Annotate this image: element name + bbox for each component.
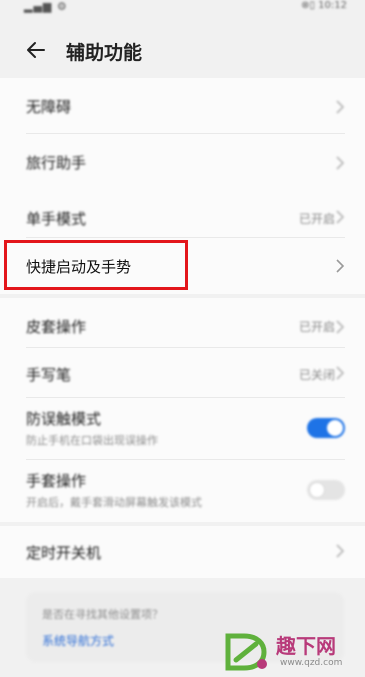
watermark-brand: 趣下网 <box>276 634 336 658</box>
row-scheduled-power[interactable]: 定时开关机 <box>0 526 365 578</box>
row-label: 单手模式 <box>26 210 87 228</box>
chevron-right-icon <box>336 544 345 558</box>
watermark-logo-icon <box>225 633 267 671</box>
chevron-right-icon <box>336 366 345 380</box>
status-bar: ▂▄▆ ⚙ ⊗▯ 10:12 <box>0 0 365 20</box>
row-cover-operation[interactable]: 皮套操作 已开启 <box>0 298 365 348</box>
row-label: 定时开关机 <box>26 544 102 562</box>
row-one-hand-mode[interactable]: 单手模式 已开启 <box>0 190 365 238</box>
watermark: 趣下网 www.qzd.com <box>222 628 362 676</box>
row-label: 手套操作 <box>26 472 87 490</box>
row-accessibility[interactable]: 无障碍 <box>0 78 365 134</box>
back-arrow-icon[interactable] <box>24 38 48 62</box>
row-label: 皮套操作 <box>26 318 87 336</box>
chevron-right-icon <box>336 259 345 273</box>
page-title: 辅助功能 <box>66 42 143 64</box>
highlight-box <box>4 240 188 290</box>
row-subtitle: 防止手机在口袋出现误操作 <box>26 434 158 447</box>
suggestion-question: 是否在寻找其他设置项？ <box>42 608 163 621</box>
row-label: 防误触模式 <box>26 410 102 428</box>
row-value: 已关闭 <box>298 368 335 382</box>
row-pocket-mode: 防误触模式 防止手机在口袋出现误操作 <box>0 398 365 460</box>
pocket-mode-toggle[interactable] <box>307 418 345 438</box>
signal-icon: ▂▄▆ ⚙ <box>24 0 68 13</box>
row-value: 已开启 <box>298 320 335 334</box>
settings-card-4: 定时开关机 <box>0 526 365 578</box>
chevron-right-icon <box>336 320 345 334</box>
row-subtitle: 开启后，戴手套滑动屏幕触发该模式 <box>26 496 202 509</box>
row-label: 手写笔 <box>26 366 72 384</box>
row-value: 已开启 <box>298 212 335 226</box>
row-label: 旅行助手 <box>26 154 87 172</box>
row-glove-mode: 手套操作 开启后，戴手套滑动屏幕触发该模式 <box>0 460 365 522</box>
row-travel-assistant[interactable]: 旅行助手 <box>0 134 365 190</box>
suggestion-link[interactable]: 系统导航方式 <box>42 632 114 649</box>
page-header: 辅助功能 <box>0 26 365 74</box>
row-stylus[interactable]: 手写笔 已关闭 <box>0 348 365 398</box>
settings-card-1: 无障碍 旅行助手 <box>0 78 365 190</box>
watermark-url: www.qzd.com <box>280 658 343 668</box>
chevron-right-icon <box>336 156 345 170</box>
chevron-right-icon <box>336 210 345 224</box>
status-time: ⊗▯ 10:12 <box>301 0 347 11</box>
glove-mode-toggle[interactable] <box>307 480 345 500</box>
settings-card-3: 皮套操作 已开启 手写笔 已关闭 防误触模式 防止手机在口袋出现误操作 手套操作… <box>0 298 365 522</box>
row-label: 无障碍 <box>26 98 72 116</box>
chevron-right-icon <box>336 100 345 114</box>
